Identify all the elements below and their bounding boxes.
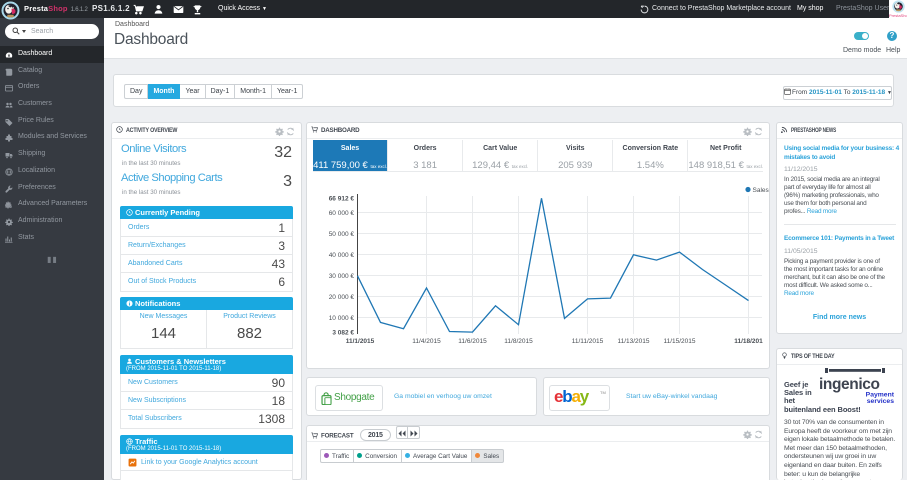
svg-text:11/18/201: 11/18/201 xyxy=(734,338,763,345)
svg-text:10 000 €: 10 000 € xyxy=(329,315,355,322)
svg-text:Sales: Sales xyxy=(753,187,770,194)
svg-text:11/8/2015: 11/8/2015 xyxy=(504,338,533,345)
svg-text:11/1/2015: 11/1/2015 xyxy=(346,338,375,345)
svg-text:11/11/2015: 11/11/2015 xyxy=(572,338,604,345)
svg-text:66 912 €: 66 912 € xyxy=(329,196,355,203)
svg-text:services: services xyxy=(867,398,894,404)
svg-text:11/13/2015: 11/13/2015 xyxy=(617,338,649,345)
svg-text:11/6/2015: 11/6/2015 xyxy=(458,338,487,345)
svg-text:50 000 €: 50 000 € xyxy=(329,231,355,238)
svg-text:40 000 €: 40 000 € xyxy=(329,252,355,259)
svg-text:30 000 €: 30 000 € xyxy=(329,273,355,280)
svg-text:11/4/2015: 11/4/2015 xyxy=(412,338,441,345)
svg-text:ingenico: ingenico xyxy=(819,376,880,393)
svg-text:60 000 €: 60 000 € xyxy=(329,210,355,217)
svg-text:20 000 €: 20 000 € xyxy=(329,294,355,301)
svg-text:3 082 €: 3 082 € xyxy=(332,330,354,337)
svg-text:11/15/2015: 11/15/2015 xyxy=(663,338,695,345)
